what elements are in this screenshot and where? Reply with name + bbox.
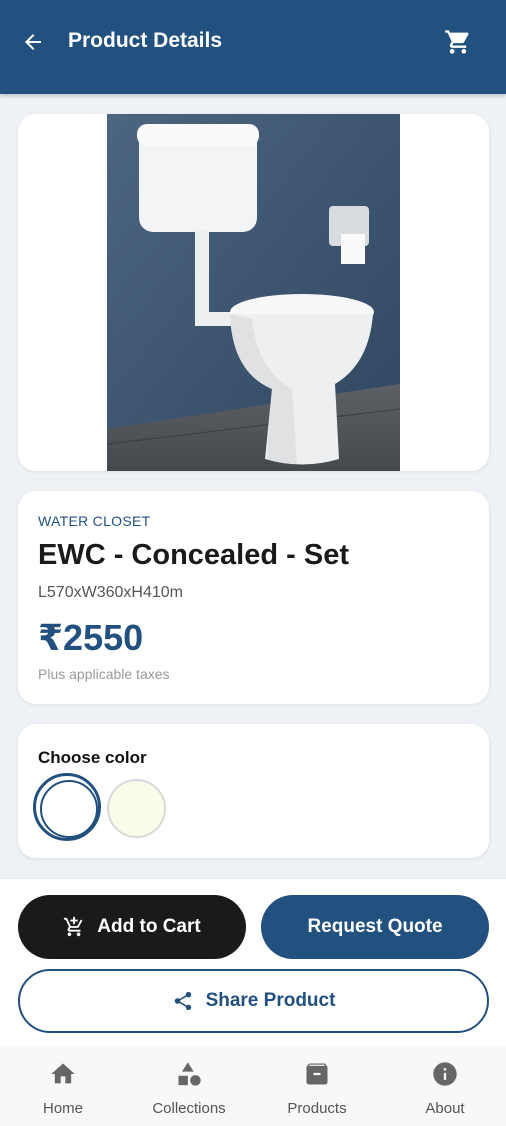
product-price: ₹2550 (38, 617, 144, 658)
nav-item-products[interactable]: Products (254, 1046, 380, 1126)
nav-item-about[interactable]: About (382, 1046, 506, 1126)
nav-label-about: About (425, 1100, 465, 1117)
request-quote-button[interactable]: Request Quote (261, 895, 489, 959)
add-cart-icon (64, 916, 83, 937)
archive-box-icon (303, 1060, 331, 1088)
choose-color-label: Choose color (38, 748, 147, 767)
share-product-button[interactable]: Share Product (18, 969, 489, 1033)
bottom-navigation: Home Collections Products About (0, 1046, 506, 1126)
color-chooser-card: Choose color (18, 724, 489, 858)
product-name: EWC - Concealed - Set (38, 539, 349, 571)
product-image-card (18, 114, 489, 471)
product-category: WATER CLOSET (38, 513, 151, 529)
shapes-icon (175, 1060, 203, 1088)
nav-label-collections: Collections (152, 1100, 226, 1117)
color-swatch-white[interactable] (33, 773, 101, 841)
product-dimensions: L570xW360xH410m (38, 584, 183, 601)
add-to-cart-button[interactable]: Add to Cart (18, 895, 246, 959)
info-icon (431, 1060, 459, 1088)
share-product-label: Share Product (205, 990, 336, 1011)
share-icon (174, 991, 191, 1011)
color-swatch-cream[interactable] (107, 779, 166, 838)
back-button[interactable] (18, 27, 48, 57)
home-icon (49, 1060, 77, 1088)
nav-label-products: Products (287, 1100, 347, 1117)
tax-note: Plus applicable taxes (38, 666, 170, 682)
nav-item-collections[interactable]: Collections (126, 1046, 252, 1126)
product-info-card: WATER CLOSET EWC - Concealed - Set L570x… (18, 491, 489, 704)
app-bar: Product Details (0, 0, 506, 94)
cart-button[interactable] (442, 26, 474, 58)
page-title: Product Details (68, 29, 223, 52)
add-to-cart-label: Add to Cart (97, 916, 201, 937)
request-quote-label: Request Quote (307, 916, 443, 937)
nav-label-home: Home (42, 1100, 83, 1117)
nav-item-home[interactable]: Home (0, 1046, 126, 1126)
arrow-left-icon (25, 34, 41, 50)
product-image[interactable] (107, 114, 400, 471)
shopping-cart-icon (445, 30, 469, 54)
